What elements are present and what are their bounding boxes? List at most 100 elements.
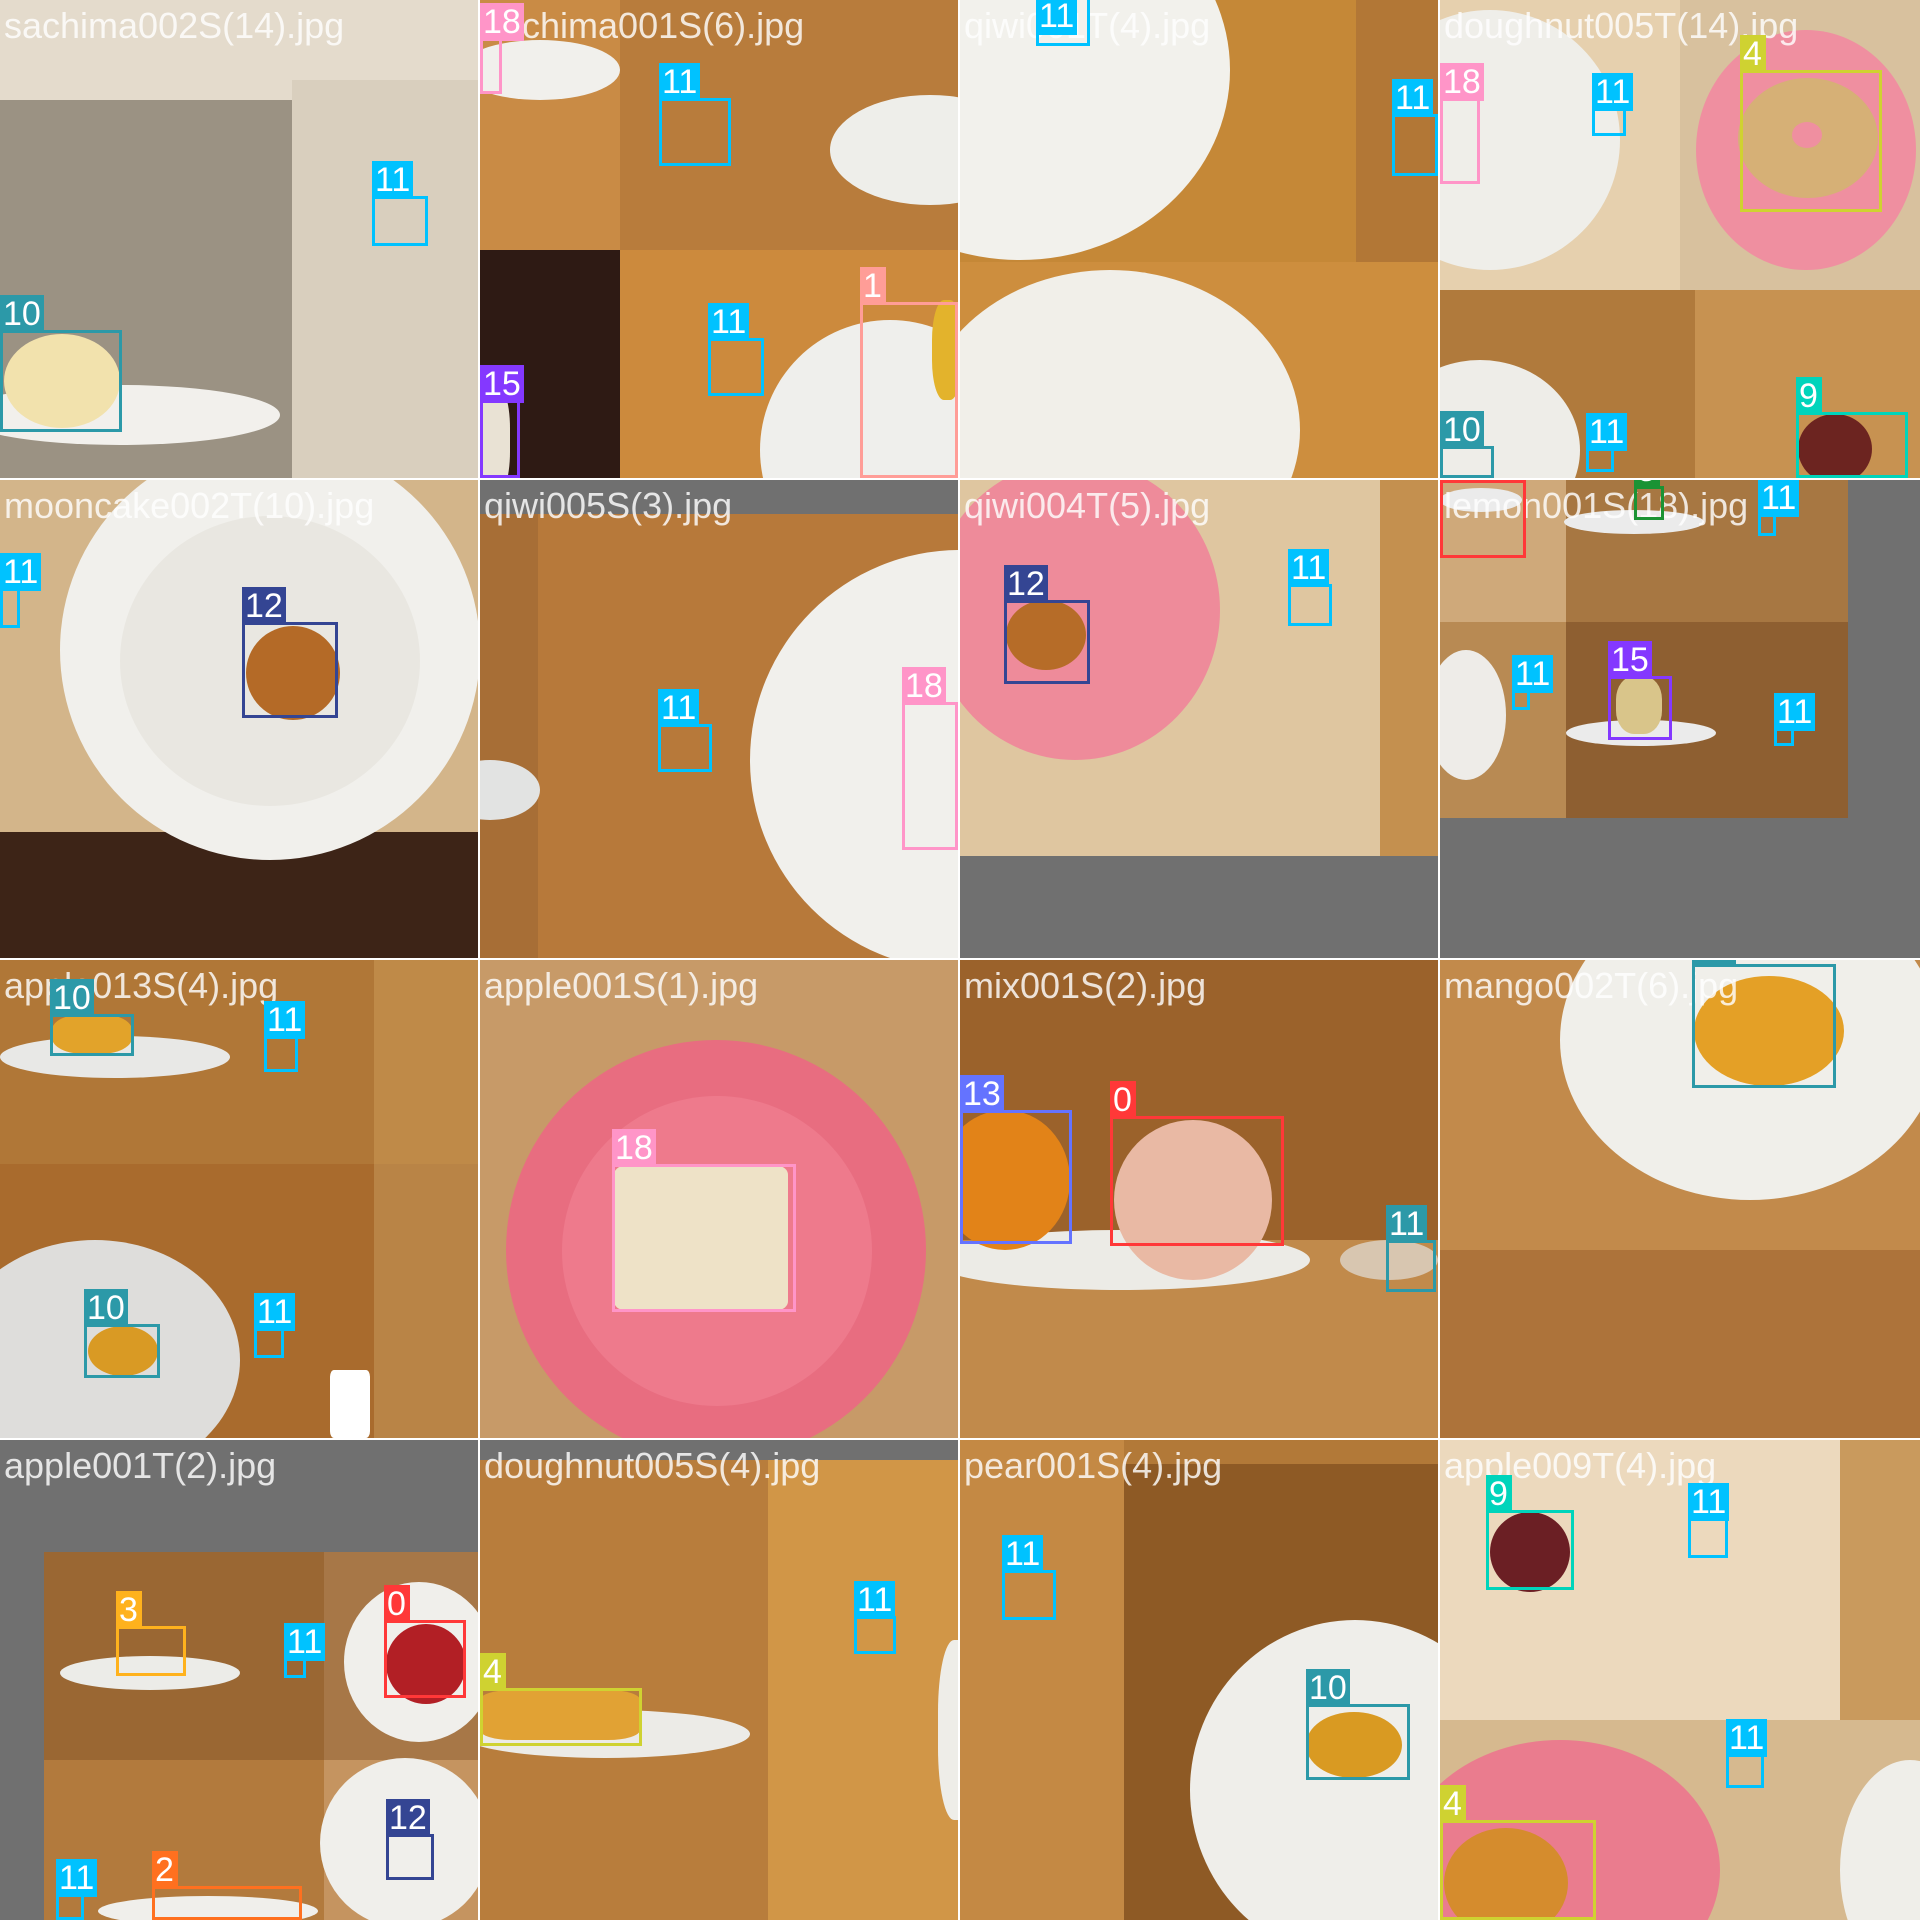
mosaic-tile: doughnut005T(14).jpg 4 18 11 10 11 9 xyxy=(1440,0,1920,478)
class-label: 10 xyxy=(1440,411,1484,449)
detection-box: 11 xyxy=(708,303,764,396)
detection-box: 11 xyxy=(254,1293,296,1358)
class-label: 11 xyxy=(1774,693,1816,731)
image-filename: qiwi004T(5).jpg xyxy=(964,485,1211,526)
detection-box: 1 xyxy=(860,267,958,478)
detection-box: 10 xyxy=(84,1289,160,1378)
class-label: 11 xyxy=(284,1623,326,1661)
class-label: 11 xyxy=(264,1001,306,1039)
detection-box: 11 xyxy=(1688,1483,1730,1558)
class-label: 8 xyxy=(1634,480,1660,489)
detection-box: 10 xyxy=(0,295,122,432)
detection-box: 11 xyxy=(1758,480,1800,536)
detection-box: 9 xyxy=(1486,1475,1574,1590)
mosaic-tile: qiwi005S(3).jpg 11 18 xyxy=(480,480,958,958)
class-label: 4 xyxy=(1440,1785,1466,1823)
detection-box: 4 xyxy=(1740,35,1882,212)
class-label: 12 xyxy=(1004,565,1048,603)
class-label: 18 xyxy=(1440,63,1484,101)
class-label: 0 xyxy=(1110,1081,1136,1119)
detection-box: 9 xyxy=(1796,377,1908,478)
mosaic-tile: apple013S(4).jpg 10 11 10 11 xyxy=(0,960,478,1438)
class-label: 11 xyxy=(1386,1205,1428,1243)
mosaic-tile: lemon001S(18).jpg 0 8 11 11 15 11 xyxy=(1440,480,1920,958)
class-label: 11 xyxy=(854,1581,896,1619)
detection-box: 11 xyxy=(1586,413,1628,472)
mosaic-tile: sachima002S(14).jpg 11 10 xyxy=(0,0,478,478)
image-filename: pear001S(4).jpg xyxy=(964,1445,1223,1486)
detection-box: 11 xyxy=(372,161,428,246)
class-label: 9 xyxy=(1796,377,1822,415)
detection-box: 3 xyxy=(116,1591,186,1676)
detection-box: 4 xyxy=(1440,1785,1596,1920)
detection-box: 13 xyxy=(960,1075,1072,1244)
detection-box: 11 xyxy=(56,1859,98,1920)
mosaic-tile: qiwi001T(4).jpg 11 11 xyxy=(960,0,1438,478)
image-filename: apple013S(4).jpg xyxy=(4,965,279,1006)
class-label: 15 xyxy=(480,365,524,403)
image-filename: qiwi005S(3).jpg xyxy=(484,485,733,526)
detection-box: 15 xyxy=(1608,641,1672,740)
mosaic-tile: qiwi004T(5).jpg 12 11 xyxy=(960,480,1438,958)
class-label: 11 xyxy=(708,303,750,341)
detection-box: 18 xyxy=(902,667,958,850)
image-filename: mooncake002T(10).jpg xyxy=(4,485,375,526)
image-filename: sachima001S(6).jpg xyxy=(484,5,805,46)
detection-box: 18 xyxy=(480,3,524,94)
class-label: 9 xyxy=(1486,1475,1512,1513)
detection-box: 18 xyxy=(1440,63,1484,184)
mosaic-tile: apple009T(4).jpg 9 11 11 4 xyxy=(1440,1440,1920,1920)
detection-box: 0 xyxy=(1440,480,1526,558)
detection-box: 10 xyxy=(1306,1669,1410,1780)
mosaic-tile: apple001T(2).jpg 3 11 0 12 11 2 xyxy=(0,1440,478,1920)
detection-box: 11 xyxy=(658,689,712,772)
class-label: 2 xyxy=(152,1851,178,1889)
class-label: 11 xyxy=(1002,1535,1044,1573)
class-label: 18 xyxy=(902,667,946,705)
detection-box: 4 xyxy=(480,1653,642,1746)
class-label: 11 xyxy=(1726,1719,1768,1757)
class-label: 13 xyxy=(960,1075,1004,1113)
mosaic-tile: mooncake002T(10).jpg 11 12 xyxy=(0,480,478,958)
detection-box: 11 xyxy=(1288,549,1332,626)
class-label: 10 xyxy=(50,979,94,1017)
class-label: 1 xyxy=(860,267,886,305)
class-label: 4 xyxy=(1740,35,1766,73)
image-filename: doughnut005S(4).jpg xyxy=(484,1445,821,1486)
detection-box: 12 xyxy=(1004,565,1090,684)
image-filename: apple009T(4).jpg xyxy=(1444,1445,1717,1486)
detection-box: 11 xyxy=(1002,1535,1056,1620)
detection-box: 11 xyxy=(854,1581,896,1654)
detection-box: 2 xyxy=(152,1851,302,1920)
detection-box: 11 xyxy=(264,1001,306,1072)
class-label: 11 xyxy=(56,1859,98,1897)
detection-box: 11 xyxy=(1392,79,1438,176)
class-label: 11 xyxy=(1758,480,1800,517)
detection-box: 10 xyxy=(1692,960,1836,1088)
image-filename: apple001S(1).jpg xyxy=(484,965,759,1006)
mosaic-tile: pear001S(4).jpg 11 10 xyxy=(960,1440,1438,1920)
class-label: 11 xyxy=(0,553,42,591)
class-label: 10 xyxy=(1692,960,1736,967)
mosaic-tile: mix001S(2).jpg 13 0 11 xyxy=(960,960,1438,1438)
class-label: 11 xyxy=(1688,1483,1730,1521)
class-label: 0 xyxy=(384,1585,410,1623)
class-label: 11 xyxy=(1512,655,1554,693)
detection-box: 11 xyxy=(659,63,731,166)
class-label: 11 xyxy=(254,1293,296,1331)
class-label: 10 xyxy=(1306,1669,1350,1707)
mosaic-tile: mango002T(6).jpg 10 xyxy=(1440,960,1920,1438)
class-label: 11 xyxy=(372,161,414,199)
detection-box: 12 xyxy=(242,587,338,718)
class-label: 11 xyxy=(1036,0,1078,35)
detection-box: 11 xyxy=(1512,655,1554,710)
detection-box: 11 xyxy=(1386,1205,1436,1292)
class-label: 4 xyxy=(480,1653,506,1691)
class-label: 12 xyxy=(242,587,286,625)
class-label: 11 xyxy=(1392,79,1434,117)
detection-box: 11 xyxy=(1774,693,1816,746)
detection-box: 11 xyxy=(1036,0,1090,46)
mosaic-tile: apple001S(1).jpg 18 xyxy=(480,960,958,1438)
class-label: 10 xyxy=(0,295,44,333)
class-label: 11 xyxy=(658,689,700,727)
